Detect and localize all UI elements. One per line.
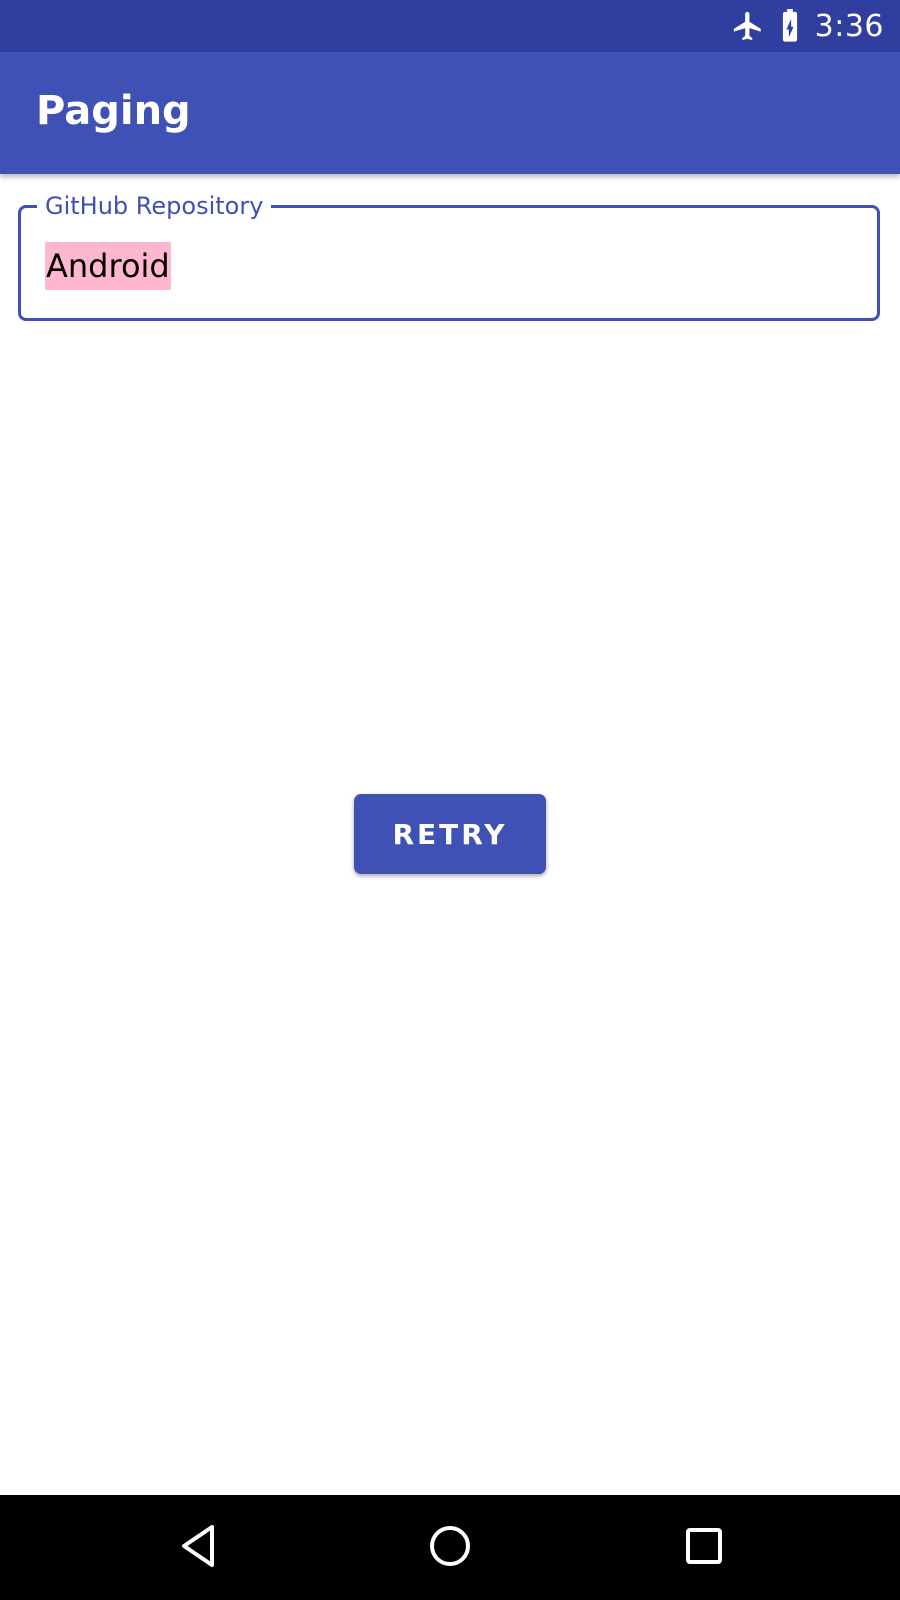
airplane-mode-icon bbox=[731, 9, 765, 43]
back-icon bbox=[176, 1522, 220, 1574]
repository-input-value[interactable]: Android bbox=[45, 242, 171, 290]
home-button[interactable] bbox=[390, 1495, 510, 1600]
status-bar: 3:36 bbox=[0, 0, 900, 52]
recents-icon bbox=[684, 1526, 724, 1570]
repository-text-field[interactable]: GitHub Repository Android bbox=[18, 192, 880, 321]
back-button[interactable] bbox=[138, 1495, 258, 1600]
app-title: Paging bbox=[36, 88, 191, 134]
status-time: 3:36 bbox=[814, 8, 884, 44]
retry-button[interactable]: RETRY bbox=[354, 794, 546, 874]
app-bar: Paging bbox=[0, 52, 900, 174]
recents-button[interactable] bbox=[644, 1495, 764, 1600]
repository-field-label: GitHub Repository bbox=[37, 192, 272, 220]
navigation-bar bbox=[0, 1495, 900, 1600]
battery-charging-icon bbox=[779, 9, 801, 43]
home-icon bbox=[428, 1524, 472, 1572]
status-icons: 3:36 bbox=[731, 0, 884, 52]
screen: 3:36 Paging GitHub Repository Android RE… bbox=[0, 0, 900, 1600]
